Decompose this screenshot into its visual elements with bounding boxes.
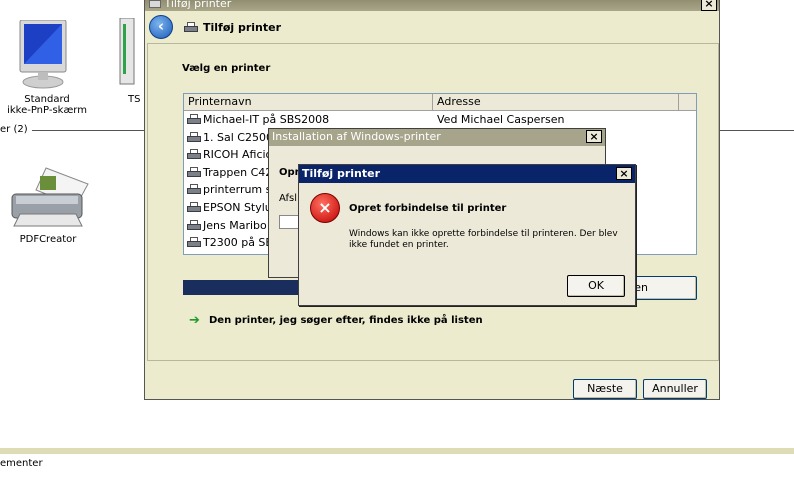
install-dialog-title: Installation af Windows-printer (272, 130, 441, 143)
search-progress-bar (183, 280, 303, 295)
ok-button[interactable]: OK (567, 275, 625, 297)
printer-icon-label: PDFCreator (19, 234, 77, 245)
column-header-address[interactable]: Adresse (433, 94, 679, 111)
printer-row-icon (187, 149, 201, 161)
column-header-name[interactable]: Printernavn (184, 94, 433, 111)
printer-row-icon (187, 184, 201, 196)
group-label: er (2) (0, 124, 32, 135)
error-dialog-titlebar[interactable]: Tilføj printer × (299, 165, 635, 183)
wizard-header-title: Tilføj printer (203, 21, 282, 34)
status-bar (0, 448, 794, 454)
error-message: Windows kan ikke oprette forbindelse til… (349, 229, 618, 250)
device-icon[interactable] (118, 17, 146, 88)
printer-not-listed-link[interactable]: Den printer, jeg søger efter, findes ikk… (209, 315, 483, 326)
window-icon (149, 0, 161, 8)
error-icon: × (310, 193, 340, 223)
printer-row-icon (187, 131, 201, 144)
window-titlebar[interactable]: Tilføj printer × (145, 0, 719, 11)
printer-row-icon (187, 201, 201, 214)
install-dialog-close-button[interactable]: × (586, 130, 602, 143)
group-separator-right (720, 130, 794, 131)
arrow-right-icon: ➔ (189, 313, 200, 328)
list-item[interactable]: Michael-IT på SBS2008 Ved Michael Casper… (184, 111, 696, 129)
printer-row-icon (187, 219, 201, 232)
next-button[interactable]: Næste (573, 379, 637, 399)
printer-row-icon (187, 166, 201, 179)
status-text: ementer (0, 458, 43, 469)
error-heading: Opret forbindelse til printer (349, 203, 507, 214)
window-title: Tilføj printer (164, 0, 232, 10)
column-header-extra[interactable] (679, 94, 696, 111)
error-dialog-close-button[interactable]: × (616, 167, 632, 180)
monitor-icon[interactable] (14, 19, 72, 92)
error-dialog: Tilføj printer × × Opret forbindelse til… (298, 164, 636, 306)
printer-row-icon (187, 237, 201, 249)
list-header: Printernavn Adresse (184, 94, 696, 111)
printer-row-icon (187, 114, 201, 126)
install-dialog-text-2: Afsl (279, 193, 297, 204)
install-dialog-titlebar[interactable]: Installation af Windows-printer × (269, 129, 605, 146)
back-button[interactable]: ‹ (149, 15, 173, 39)
cancel-button[interactable]: Annuller (643, 379, 707, 399)
printer-small-icon (181, 21, 200, 34)
install-dialog-text-1: Opr (279, 167, 300, 178)
section-title: Vælg en printer (182, 63, 271, 74)
printer-icon[interactable] (6, 166, 90, 230)
error-dialog-title: Tilføj printer (302, 167, 381, 180)
window-close-button[interactable]: × (701, 0, 717, 11)
monitor-icon-label: Standard ikke-PnP-skærm (7, 94, 87, 116)
